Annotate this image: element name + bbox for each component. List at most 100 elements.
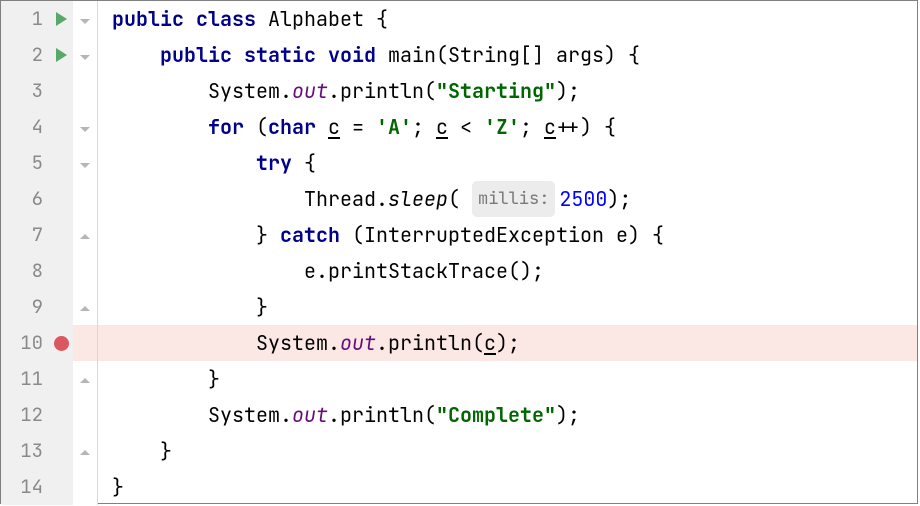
fold-gutter[interactable] (73, 181, 98, 217)
fold-open-icon[interactable] (80, 55, 90, 60)
line-number: 6 (1, 181, 49, 217)
code-text[interactable]: try { (98, 145, 917, 181)
token: public (112, 1, 184, 37)
token (316, 109, 328, 145)
fold-gutter[interactable] (73, 433, 98, 469)
code-line[interactable]: 3 System.out.println("Starting"); (1, 73, 917, 109)
token: } (112, 217, 280, 253)
code-line[interactable]: 13 } (1, 433, 917, 469)
code-line[interactable]: 14} (1, 469, 917, 505)
gutter-icon-slot[interactable] (49, 181, 73, 217)
code-text[interactable]: System.out.println("Complete"); (98, 397, 917, 433)
code-text[interactable]: } catch (InterruptedException e) { (98, 217, 917, 253)
token: { (292, 145, 316, 181)
code-line[interactable]: 9 } (1, 289, 917, 325)
code-line[interactable]: 10 System.out.println(c); (1, 325, 917, 361)
code-line[interactable]: 1public class Alphabet { (1, 1, 917, 37)
breakpoint-icon[interactable] (54, 336, 69, 351)
fold-gutter[interactable] (73, 217, 98, 253)
token: = (340, 109, 376, 145)
code-editor[interactable]: 1public class Alphabet {2 public static … (1, 1, 917, 505)
code-line[interactable]: 6 Thread.sleep( millis:2500); (1, 181, 917, 217)
run-icon[interactable] (56, 12, 67, 26)
code-line[interactable]: 12 System.out.println("Complete"); (1, 397, 917, 433)
fold-close-icon[interactable] (80, 234, 90, 239)
token (112, 109, 208, 145)
token: c (436, 109, 448, 145)
token: out (340, 325, 376, 361)
code-line[interactable]: 2 public static void main(String[] args)… (1, 37, 917, 73)
token: ( (448, 181, 472, 217)
fold-gutter[interactable] (73, 1, 98, 37)
code-line[interactable]: 7 } catch (InterruptedException e) { (1, 217, 917, 253)
gutter-icon-slot[interactable] (49, 289, 73, 325)
token: out (292, 73, 328, 109)
code-text[interactable]: for (char c = 'A'; c < 'Z'; c++) { (98, 109, 917, 145)
token: ); (496, 325, 520, 361)
gutter-icon-slot[interactable] (49, 109, 73, 145)
code-text[interactable]: } (98, 289, 917, 325)
line-number: 4 (1, 109, 49, 145)
code-line[interactable]: 8 e.printStackTrace(); (1, 253, 917, 289)
code-text[interactable]: e.printStackTrace(); (98, 253, 917, 289)
code-text[interactable]: } (98, 361, 917, 397)
fold-gutter[interactable] (73, 73, 98, 109)
code-line[interactable]: 11 } (1, 361, 917, 397)
code-line[interactable]: 4 for (char c = 'A'; c < 'Z'; c++) { (1, 109, 917, 145)
token: ++) { (556, 109, 616, 145)
fold-gutter[interactable] (73, 469, 98, 505)
code-text[interactable]: System.out.println("Starting"); (98, 73, 917, 109)
token: < (448, 109, 484, 145)
code-line[interactable]: 5 try { (1, 145, 917, 181)
fold-close-icon[interactable] (80, 306, 90, 311)
line-number: 14 (1, 469, 49, 505)
code-text[interactable]: public class Alphabet { (98, 1, 917, 37)
gutter-icon-slot[interactable] (49, 37, 73, 73)
code-text[interactable]: } (98, 469, 917, 505)
gutter-icon-slot[interactable] (49, 325, 73, 361)
token: out (292, 397, 328, 433)
token: System. (112, 397, 292, 433)
fold-gutter[interactable] (73, 145, 98, 181)
fold-gutter[interactable] (73, 37, 98, 73)
code-text[interactable]: System.out.println(c); (98, 325, 917, 361)
fold-gutter[interactable] (73, 361, 98, 397)
code-text[interactable]: Thread.sleep( millis:2500); (98, 181, 917, 217)
token (112, 37, 160, 73)
fold-gutter[interactable] (73, 289, 98, 325)
token: c (484, 325, 496, 361)
code-text[interactable]: public static void main(String[] args) { (98, 37, 917, 73)
gutter-icon-slot[interactable] (49, 1, 73, 37)
token: c (328, 109, 340, 145)
gutter-icon-slot[interactable] (49, 469, 73, 505)
line-number: 11 (1, 361, 49, 397)
fold-gutter[interactable] (73, 253, 98, 289)
token: main(String[] args) { (376, 37, 640, 73)
gutter-icon-slot[interactable] (49, 433, 73, 469)
gutter-icon-slot[interactable] (49, 217, 73, 253)
fold-open-icon[interactable] (80, 127, 90, 132)
token: 'Z' (484, 109, 520, 145)
gutter-icon-slot[interactable] (49, 361, 73, 397)
fold-open-icon[interactable] (80, 163, 90, 168)
fold-gutter[interactable] (73, 397, 98, 433)
token: ); (556, 397, 580, 433)
fold-close-icon[interactable] (80, 450, 90, 455)
token: } (112, 433, 172, 469)
run-icon[interactable] (56, 48, 67, 62)
fold-gutter[interactable] (73, 109, 98, 145)
gutter-icon-slot[interactable] (49, 73, 73, 109)
gutter-icon-slot[interactable] (49, 253, 73, 289)
gutter-icon-slot[interactable] (49, 145, 73, 181)
fold-open-icon[interactable] (80, 19, 90, 24)
fold-close-icon[interactable] (80, 378, 90, 383)
code-text[interactable]: } (98, 433, 917, 469)
fold-gutter[interactable] (73, 325, 98, 361)
token: } (112, 469, 124, 505)
token: .println( (328, 397, 436, 433)
token: c (544, 109, 556, 145)
line-number: 3 (1, 73, 49, 109)
gutter-icon-slot[interactable] (49, 397, 73, 433)
token: } (112, 289, 268, 325)
token: (InterruptedException e) { (340, 217, 664, 253)
